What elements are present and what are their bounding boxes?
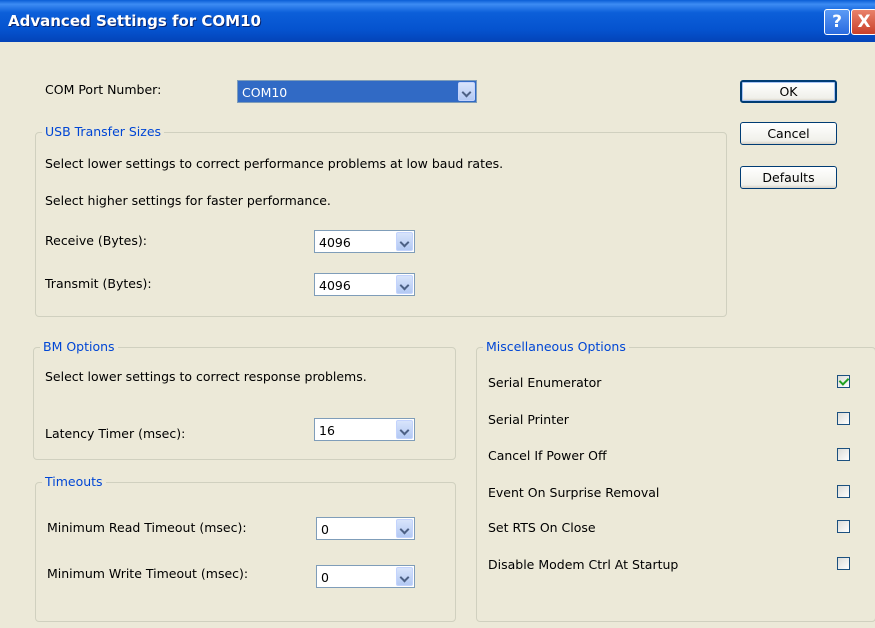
- min-write-timeout-select[interactable]: 0: [316, 565, 415, 588]
- min-read-timeout-select[interactable]: 0: [316, 517, 415, 540]
- serial-enumerator-label: Serial Enumerator: [488, 375, 602, 390]
- disable-modem-ctrl-checkbox[interactable]: [837, 557, 850, 570]
- transmit-bytes-value: 4096: [319, 278, 351, 293]
- latency-timer-select[interactable]: 16: [314, 418, 415, 441]
- ok-button[interactable]: OK: [740, 80, 837, 103]
- chevron-down-icon[interactable]: [396, 420, 413, 439]
- help-icon[interactable]: ?: [824, 9, 850, 35]
- transmit-bytes-label: Transmit (Bytes):: [45, 276, 152, 291]
- set-rts-on-close-checkbox[interactable]: [837, 520, 850, 533]
- cancel-button[interactable]: Cancel: [740, 122, 837, 145]
- chevron-down-icon[interactable]: [396, 275, 413, 294]
- title-bar[interactable]: Advanced Settings for COM10 ? X: [0, 0, 875, 42]
- disable-modem-ctrl-label: Disable Modem Ctrl At Startup: [488, 557, 679, 572]
- timeouts-legend: Timeouts: [42, 474, 106, 489]
- bm-options-desc: Select lower settings to correct respons…: [45, 369, 367, 384]
- serial-enumerator-checkbox[interactable]: [837, 375, 850, 388]
- timeouts-group: [35, 482, 456, 622]
- transmit-bytes-select[interactable]: 4096: [314, 273, 415, 296]
- usb-transfer-desc-higher: Select higher settings for faster perfor…: [45, 193, 331, 208]
- defaults-button[interactable]: Defaults: [740, 166, 837, 189]
- chevron-down-icon[interactable]: [396, 519, 413, 538]
- receive-bytes-value: 4096: [319, 235, 351, 250]
- latency-timer-label: Latency Timer (msec):: [45, 426, 186, 441]
- set-rts-on-close-label: Set RTS On Close: [488, 520, 596, 535]
- receive-bytes-label: Receive (Bytes):: [45, 233, 147, 248]
- chevron-down-icon[interactable]: [396, 567, 413, 586]
- min-read-timeout-value: 0: [321, 522, 329, 537]
- event-on-surprise-removal-label: Event On Surprise Removal: [488, 485, 660, 500]
- event-on-surprise-removal-checkbox[interactable]: [837, 485, 850, 498]
- chevron-down-icon[interactable]: [458, 82, 475, 101]
- close-icon[interactable]: X: [851, 9, 875, 35]
- usb-transfer-legend: USB Transfer Sizes: [42, 124, 165, 139]
- chevron-down-icon[interactable]: [396, 232, 413, 251]
- min-write-timeout-label: Minimum Write Timeout (msec):: [47, 566, 249, 581]
- usb-transfer-desc-lower: Select lower settings to correct perform…: [45, 156, 504, 171]
- com-port-label: COM Port Number:: [45, 82, 162, 97]
- receive-bytes-select[interactable]: 4096: [314, 230, 415, 253]
- min-write-timeout-value: 0: [321, 570, 329, 585]
- cancel-if-power-off-checkbox[interactable]: [837, 448, 850, 461]
- bm-options-group: [33, 347, 456, 460]
- window-title: Advanced Settings for COM10: [8, 12, 261, 30]
- com-port-value: COM10: [242, 85, 288, 100]
- serial-printer-label: Serial Printer: [488, 412, 569, 427]
- com-port-select[interactable]: COM10: [237, 80, 477, 103]
- min-read-timeout-label: Minimum Read Timeout (msec):: [47, 520, 247, 535]
- bm-options-legend: BM Options: [40, 339, 118, 354]
- serial-printer-checkbox[interactable]: [837, 412, 850, 425]
- cancel-if-power-off-label: Cancel If Power Off: [488, 448, 607, 463]
- latency-timer-value: 16: [319, 423, 335, 438]
- misc-options-legend: Miscellaneous Options: [483, 339, 629, 354]
